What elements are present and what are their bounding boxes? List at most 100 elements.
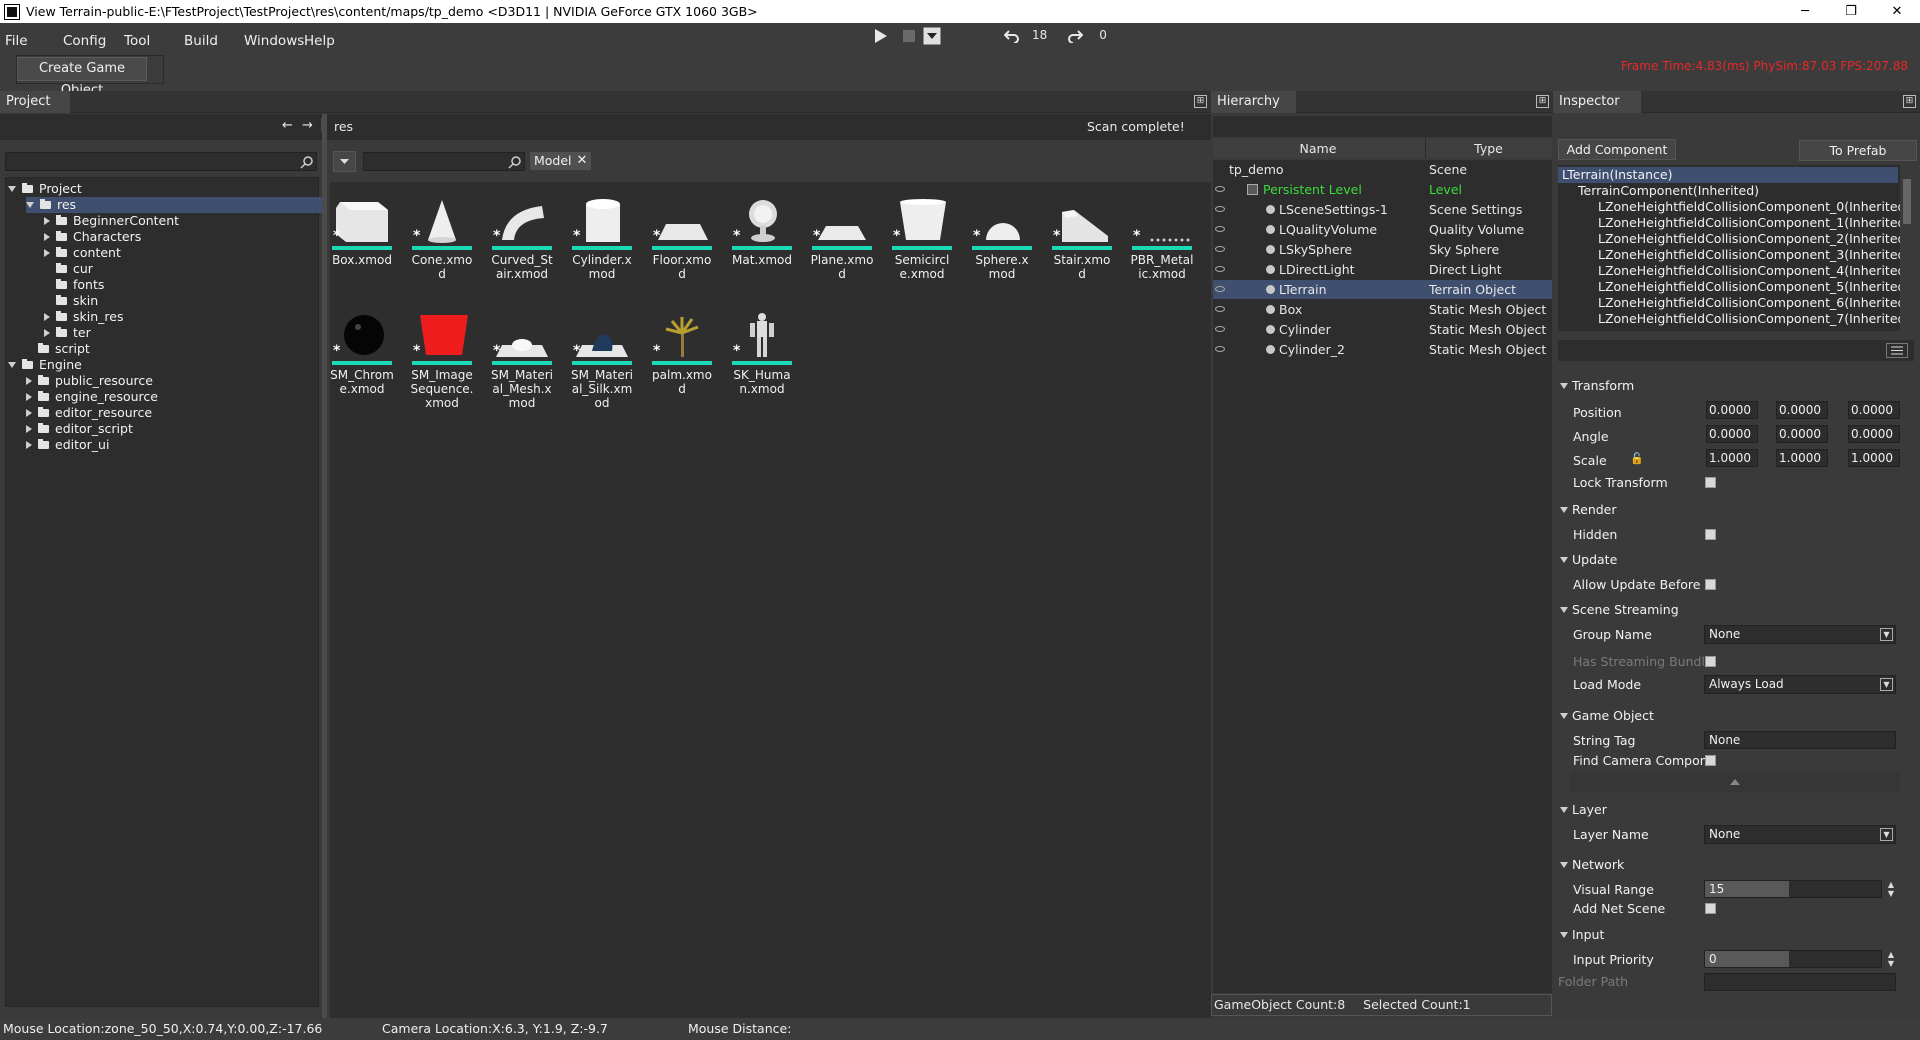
menu-config[interactable]: Config bbox=[63, 33, 106, 49]
tree-item[interactable]: Engine bbox=[8, 357, 82, 373]
add-component-button[interactable]: Add Component bbox=[1558, 139, 1676, 160]
menu-windows[interactable]: Windows bbox=[244, 33, 304, 49]
minimize-button[interactable]: ─ bbox=[1782, 0, 1828, 23]
filter-tag[interactable]: Model ✕ bbox=[530, 152, 592, 170]
tree-item[interactable]: skin bbox=[44, 293, 98, 309]
tree-item[interactable]: content bbox=[44, 245, 121, 261]
component-item[interactable]: LZoneHeightfieldCollisionComponent_5(Inh… bbox=[1598, 279, 1910, 295]
component-item[interactable]: LZoneHeightfieldCollisionComponent_0(Inh… bbox=[1598, 199, 1910, 215]
angle-z-field[interactable]: 0.0000 bbox=[1848, 425, 1900, 443]
asset-item[interactable]: * SM_ImageSequence.xmod bbox=[410, 311, 474, 410]
eye-icon[interactable] bbox=[1215, 226, 1225, 232]
chevron-right-icon[interactable] bbox=[44, 313, 50, 321]
close-button[interactable]: ✕ bbox=[1874, 0, 1920, 23]
hierarchy-row[interactable]: Box Static Mesh Object bbox=[1213, 300, 1552, 319]
asset-item[interactable]: * SM_Material_Mesh.xmod bbox=[490, 311, 554, 410]
asset-item[interactable]: * Stair.xmod bbox=[1050, 196, 1114, 281]
asset-item[interactable]: * SK_Human.xmod bbox=[730, 311, 794, 396]
add-net-scene-checkbox[interactable] bbox=[1705, 903, 1716, 914]
tree-search-input[interactable] bbox=[5, 152, 317, 171]
redo-icon[interactable] bbox=[1067, 27, 1084, 43]
position-y-field[interactable]: 0.0000 bbox=[1776, 401, 1828, 419]
project-pin-icon[interactable]: ⊞ bbox=[1194, 95, 1207, 108]
find-camera-checkbox[interactable] bbox=[1705, 755, 1716, 766]
hierarchy-row[interactable]: LSceneSettings-1 Scene Settings bbox=[1213, 200, 1552, 219]
chevron-down-icon[interactable] bbox=[8, 362, 16, 368]
component-item[interactable]: LZoneHeightfieldCollisionComponent_2(Inh… bbox=[1598, 231, 1910, 247]
chevron-right-icon[interactable] bbox=[26, 377, 32, 385]
menu-help[interactable]: Help bbox=[304, 33, 335, 49]
hierarchy-row[interactable]: LTerrain Terrain Object bbox=[1213, 280, 1552, 299]
component-item[interactable]: LTerrain(Instance) bbox=[1558, 167, 1898, 183]
section-update[interactable]: Update bbox=[1557, 550, 1917, 570]
menu-icon[interactable] bbox=[1886, 343, 1908, 358]
component-item[interactable]: LZoneHeightfieldCollisionComponent_1(Inh… bbox=[1598, 215, 1910, 231]
visual-range-spinner[interactable]: ▲ ▼ bbox=[1886, 880, 1896, 898]
tree-item[interactable]: fonts bbox=[44, 277, 104, 293]
chevron-right-icon[interactable] bbox=[44, 329, 50, 337]
hierarchy-row[interactable]: Persistent Level Level bbox=[1213, 180, 1552, 199]
load-mode-select[interactable]: Always Load ▼ bbox=[1704, 675, 1896, 694]
section-network[interactable]: Network bbox=[1557, 855, 1917, 875]
position-x-field[interactable]: 0.0000 bbox=[1706, 401, 1758, 419]
chevron-right-icon[interactable] bbox=[44, 233, 50, 241]
component-item[interactable]: LZoneHeightfieldCollisionComponent_6(Inh… bbox=[1598, 295, 1910, 311]
asset-item[interactable]: * SM_Chrome.xmod bbox=[330, 311, 394, 396]
asset-item[interactable]: * Sphere.xmod bbox=[970, 196, 1034, 281]
scale-z-field[interactable]: 1.0000 bbox=[1848, 449, 1900, 467]
menu-build[interactable]: Build bbox=[184, 33, 218, 49]
eye-icon[interactable] bbox=[1215, 306, 1225, 312]
asset-item[interactable]: * PBR_Metalic.xmod bbox=[1130, 196, 1194, 281]
eye-icon[interactable] bbox=[1215, 186, 1225, 192]
tree-item[interactable]: script bbox=[26, 341, 90, 357]
hierarchy-pin-icon[interactable]: ⊞ bbox=[1536, 95, 1549, 108]
tree-item[interactable]: res bbox=[26, 197, 322, 213]
chevron-right-icon[interactable] bbox=[44, 217, 50, 225]
step-dropdown-icon[interactable] bbox=[923, 27, 941, 45]
tab-project[interactable]: Project bbox=[0, 91, 70, 113]
eye-icon[interactable] bbox=[1215, 246, 1225, 252]
position-z-field[interactable]: 0.0000 bbox=[1848, 401, 1900, 419]
to-prefab-button[interactable]: To Prefab bbox=[1799, 140, 1917, 161]
tab-hierarchy[interactable]: Hierarchy bbox=[1211, 91, 1296, 113]
asset-view-dropdown[interactable] bbox=[333, 151, 356, 172]
component-item[interactable]: LZoneHeightfieldCollisionComponent_7(Inh… bbox=[1598, 311, 1910, 327]
maximize-button[interactable]: ❐ bbox=[1828, 0, 1874, 23]
component-scrollbar[interactable] bbox=[1900, 165, 1914, 331]
collapse-bar[interactable] bbox=[1570, 772, 1900, 792]
scale-y-field[interactable]: 1.0000 bbox=[1776, 449, 1828, 467]
eye-icon[interactable] bbox=[1215, 206, 1225, 212]
inspector-pin-icon[interactable]: ⊞ bbox=[1903, 95, 1916, 108]
asset-item[interactable]: * Cone.xmod bbox=[410, 196, 474, 281]
hierarchy-search-input[interactable] bbox=[1213, 116, 1552, 137]
menu-file[interactable]: File bbox=[5, 33, 28, 49]
eye-icon[interactable] bbox=[1215, 346, 1225, 352]
hierarchy-row[interactable]: LQualityVolume Quality Volume bbox=[1213, 220, 1552, 239]
chevron-down-icon[interactable] bbox=[8, 186, 16, 192]
chevron-right-icon[interactable] bbox=[26, 393, 32, 401]
create-game-object-button[interactable]: Create Game Object bbox=[17, 57, 147, 98]
chevron-right-icon[interactable] bbox=[26, 409, 32, 417]
asset-item[interactable]: * Semicircle.xmod bbox=[890, 196, 954, 281]
tree-item[interactable]: Characters bbox=[44, 229, 141, 245]
tree-item[interactable]: ter bbox=[44, 325, 91, 341]
nav-back-icon[interactable]: ← bbox=[282, 118, 293, 133]
hierarchy-row[interactable]: tp_demo Scene bbox=[1213, 160, 1552, 179]
tree-item[interactable]: editor_script bbox=[26, 421, 133, 437]
asset-item[interactable]: * Floor.xmod bbox=[650, 196, 714, 281]
input-priority-spinner[interactable]: ▲ ▼ bbox=[1886, 950, 1896, 968]
stop-icon[interactable] bbox=[901, 28, 917, 44]
angle-x-field[interactable]: 0.0000 bbox=[1706, 425, 1758, 443]
asset-item[interactable]: * Mat.xmod bbox=[730, 196, 794, 267]
layer-name-select[interactable]: None ▼ bbox=[1704, 825, 1896, 844]
eye-icon[interactable] bbox=[1215, 286, 1225, 292]
lock-icon[interactable]: 🔓 bbox=[1630, 452, 1644, 465]
column-type[interactable]: Type bbox=[1425, 139, 1551, 158]
hierarchy-row[interactable]: LDirectLight Direct Light bbox=[1213, 260, 1552, 279]
tab-inspector[interactable]: Inspector bbox=[1553, 91, 1641, 113]
input-priority-slider[interactable]: 0 bbox=[1704, 950, 1882, 968]
undo-icon[interactable] bbox=[1004, 27, 1020, 43]
allow-update-checkbox[interactable] bbox=[1705, 579, 1716, 590]
lock-transform-checkbox[interactable] bbox=[1705, 477, 1716, 488]
section-transform[interactable]: Transform bbox=[1557, 376, 1917, 396]
